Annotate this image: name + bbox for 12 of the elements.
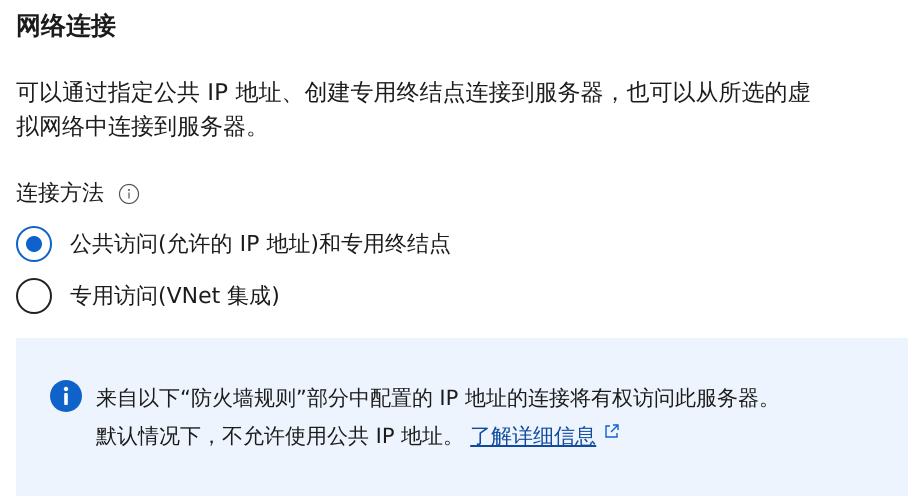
- info-icon[interactable]: [118, 183, 140, 205]
- field-label: 连接方法: [16, 180, 104, 208]
- radio-button[interactable]: [16, 226, 52, 262]
- radio-button[interactable]: [16, 278, 52, 314]
- radio-label[interactable]: 公共访问(允许的 IP 地址)和专用终结点: [70, 229, 451, 259]
- learn-more-link[interactable]: 了解详细信息: [470, 424, 620, 448]
- external-link-icon: [604, 423, 620, 439]
- section-heading: 网络连接: [16, 10, 117, 42]
- info-text: 来自以下“防火墙规则”部分中配置的 IP 地址的连接将有权访问此服务器。默认情况下，不允许使用公共 IP 地址。 了解详细信息: [96, 385, 781, 450]
- description-text: 可以通过指定公共 IP 地址、创建专用终结点连接到服务器，也可以从所选的虚拟网络中连接到服务器。: [16, 79, 812, 142]
- radio-label[interactable]: 专用访问(VNet 集成): [70, 281, 280, 311]
- info-icon: [50, 380, 82, 412]
